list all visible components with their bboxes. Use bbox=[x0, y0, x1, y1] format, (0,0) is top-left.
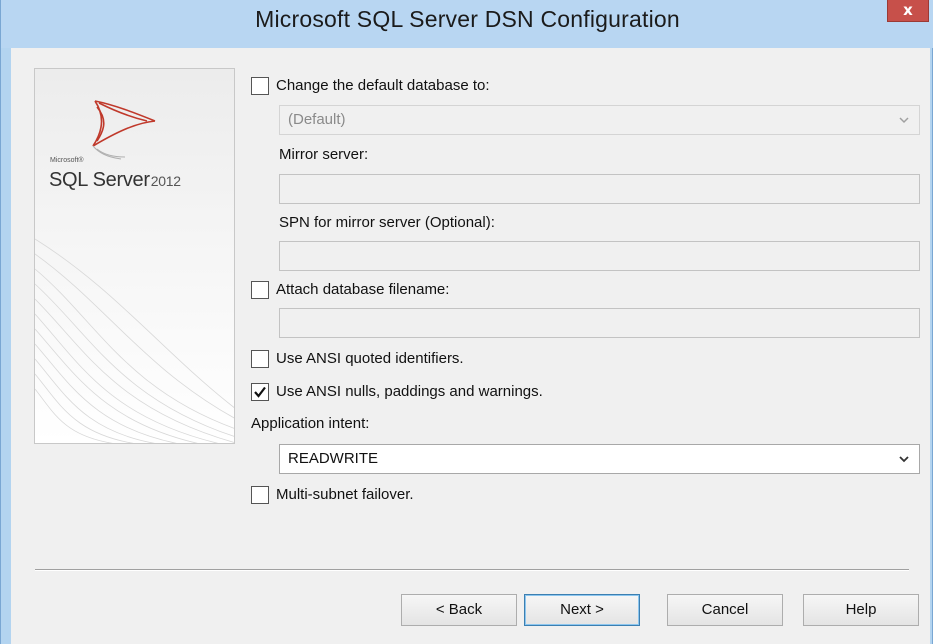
mirror-server-input[interactable] bbox=[279, 174, 920, 204]
button-separator bbox=[35, 569, 909, 571]
mirror-server-label: Mirror server: bbox=[279, 146, 369, 163]
change-default-db-label[interactable]: Change the default database to: bbox=[276, 77, 490, 94]
default-db-value: (Default) bbox=[288, 111, 346, 128]
ansi-nulls-checkbox[interactable] bbox=[251, 383, 269, 401]
window-title: Microsoft SQL Server DSN Configuration bbox=[255, 6, 680, 32]
attach-db-label[interactable]: Attach database filename: bbox=[276, 281, 449, 298]
sql-server-logo-icon bbox=[92, 100, 156, 160]
ansi-nulls-label[interactable]: Use ANSI nulls, paddings and warnings. bbox=[276, 383, 543, 400]
spn-mirror-input[interactable] bbox=[279, 241, 920, 271]
next-button[interactable]: Next > bbox=[524, 594, 640, 626]
product-name: SQL Server bbox=[49, 169, 150, 191]
change-default-db-checkbox[interactable] bbox=[251, 77, 269, 95]
sql-server-banner: Microsoft® SQL Server2012 bbox=[34, 68, 235, 444]
default-db-select[interactable]: (Default) bbox=[279, 105, 920, 135]
chevron-down-icon bbox=[899, 456, 909, 463]
attach-db-checkbox[interactable] bbox=[251, 281, 269, 299]
help-button[interactable]: Help bbox=[803, 594, 919, 626]
spn-mirror-label: SPN for mirror server (Optional): bbox=[279, 214, 495, 231]
attach-db-input[interactable] bbox=[279, 308, 920, 338]
checkmark-icon bbox=[254, 386, 266, 398]
ansi-quoted-label[interactable]: Use ANSI quoted identifiers. bbox=[276, 350, 464, 367]
app-intent-select[interactable]: READWRITE bbox=[279, 444, 920, 474]
multi-subnet-checkbox[interactable] bbox=[251, 486, 269, 504]
dialog-window: Microsoft SQL Server DSN Configuration x bbox=[0, 0, 933, 644]
close-button[interactable]: x bbox=[887, 0, 929, 22]
back-button[interactable]: < Back bbox=[401, 594, 517, 626]
brand-small-text: Microsoft® bbox=[50, 157, 84, 164]
chevron-down-icon bbox=[899, 117, 909, 124]
cancel-button[interactable]: Cancel bbox=[667, 594, 783, 626]
multi-subnet-label[interactable]: Multi-subnet failover. bbox=[276, 486, 414, 503]
title-bar[interactable]: Microsoft SQL Server DSN Configuration x bbox=[1, 0, 933, 48]
product-version: 2012 bbox=[150, 173, 181, 189]
product-logo-text: SQL Server2012 bbox=[49, 169, 181, 192]
dialog-client-area: Microsoft® SQL Server2012 Change the def… bbox=[11, 48, 930, 644]
ansi-quoted-checkbox[interactable] bbox=[251, 350, 269, 368]
app-intent-value: READWRITE bbox=[288, 450, 378, 467]
app-intent-label: Application intent: bbox=[251, 415, 370, 432]
